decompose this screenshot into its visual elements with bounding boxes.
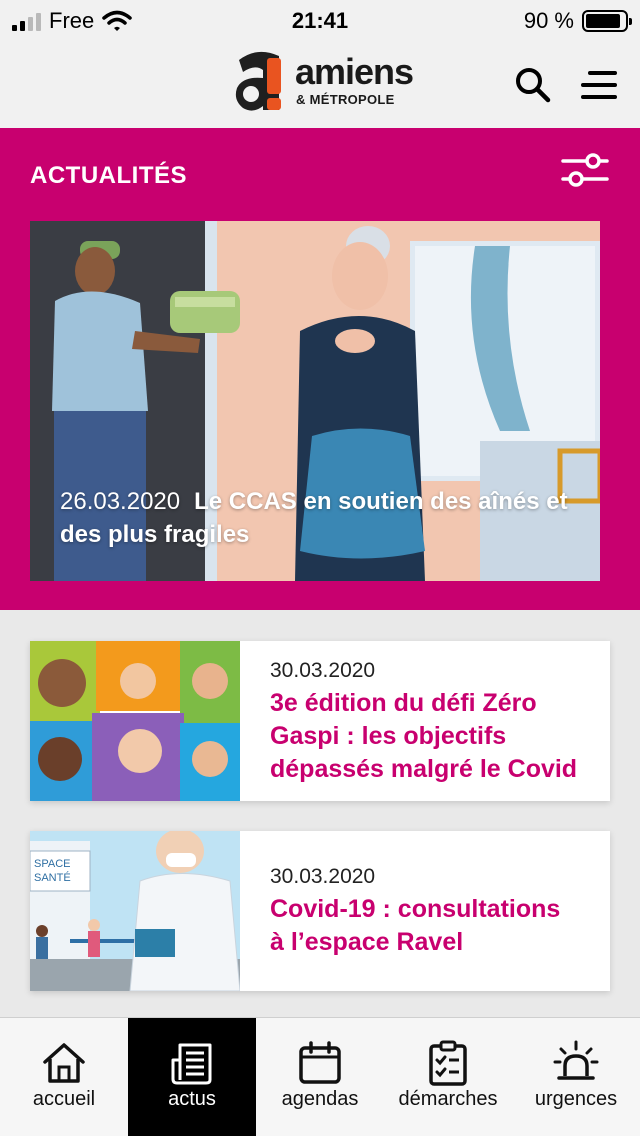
logo-a-mark	[235, 51, 281, 111]
nav-item-demarches[interactable]: démarches	[384, 1018, 512, 1136]
news-date: 30.03.2020	[270, 659, 376, 682]
nav-item-accueil[interactable]: accueil	[0, 1018, 128, 1136]
battery-level	[586, 14, 621, 28]
nav-label: agendas	[281, 1088, 359, 1110]
svg-text:SPACE: SPACE	[34, 858, 70, 870]
news-list-item[interactable]: SPACE SANTÉ 30.03.2020 Covid-19 : consul…	[30, 831, 610, 991]
hero-date: 26.03.2020	[60, 488, 181, 515]
nav-label: urgences	[534, 1088, 618, 1110]
news-thumbnail: SPACE SANTÉ	[30, 831, 240, 991]
nav-label: actus	[168, 1088, 216, 1110]
news-title: Covid-19 : consultations à l’espace Rave…	[270, 895, 561, 956]
calendar-icon	[299, 1041, 341, 1084]
battery-percent: 90 %	[523, 8, 574, 33]
news-text: 30.03.2020 Covid-19 : consultations à l’…	[270, 865, 582, 959]
nav-label: accueil	[32, 1088, 96, 1110]
status-bar: Free 21:41 90 %	[0, 0, 640, 42]
nav-item-agendas[interactable]: agendas	[256, 1018, 384, 1136]
checklist-icon	[429, 1040, 467, 1086]
news-hero-section: ACTUALITÉS 26.03.2020 Le CCAS en soutien…	[0, 128, 640, 610]
battery-group: 90 %	[523, 8, 632, 34]
news-thumbnail	[30, 641, 240, 801]
search-icon[interactable]	[514, 66, 552, 104]
nav-label: démarches	[398, 1088, 498, 1110]
news-text: 30.03.2020 3e édition du défi Zéro Gaspi…	[270, 659, 582, 786]
filter-sliders-icon[interactable]	[560, 152, 610, 188]
news-title: 3e édition du défi Zéro Gaspi : les obje…	[270, 689, 578, 783]
logo-wordmark: amiens	[295, 51, 414, 92]
svg-text:SANTÉ: SANTÉ	[34, 871, 71, 884]
news-date: 30.03.2020	[270, 865, 376, 888]
hamburger-menu-icon[interactable]	[578, 68, 618, 102]
battery-icon	[582, 10, 632, 32]
newspaper-icon	[171, 1043, 212, 1085]
app-header: amiens & MÉTROPOLE	[0, 42, 640, 128]
alarm-light-icon	[553, 1040, 599, 1080]
hero-news-card[interactable]: 26.03.2020 Le CCAS en soutien des aînés e…	[30, 221, 600, 581]
nav-item-actus[interactable]: actus	[128, 1018, 256, 1136]
home-icon	[43, 1043, 85, 1083]
nav-item-urgences[interactable]: urgences	[512, 1018, 640, 1136]
section-title: ACTUALITÉS	[30, 162, 187, 189]
bottom-navigation: accueil actus agendas démarches urgences	[0, 1017, 640, 1136]
news-list-item[interactable]: 30.03.2020 3e édition du défi Zéro Gaspi…	[30, 641, 610, 801]
logo-subtitle: & MÉTROPOLE	[296, 92, 395, 107]
amiens-logo[interactable]: amiens & MÉTROPOLE	[233, 48, 414, 120]
hero-caption: 26.03.2020 Le CCAS en soutien des aînés e…	[60, 485, 580, 551]
